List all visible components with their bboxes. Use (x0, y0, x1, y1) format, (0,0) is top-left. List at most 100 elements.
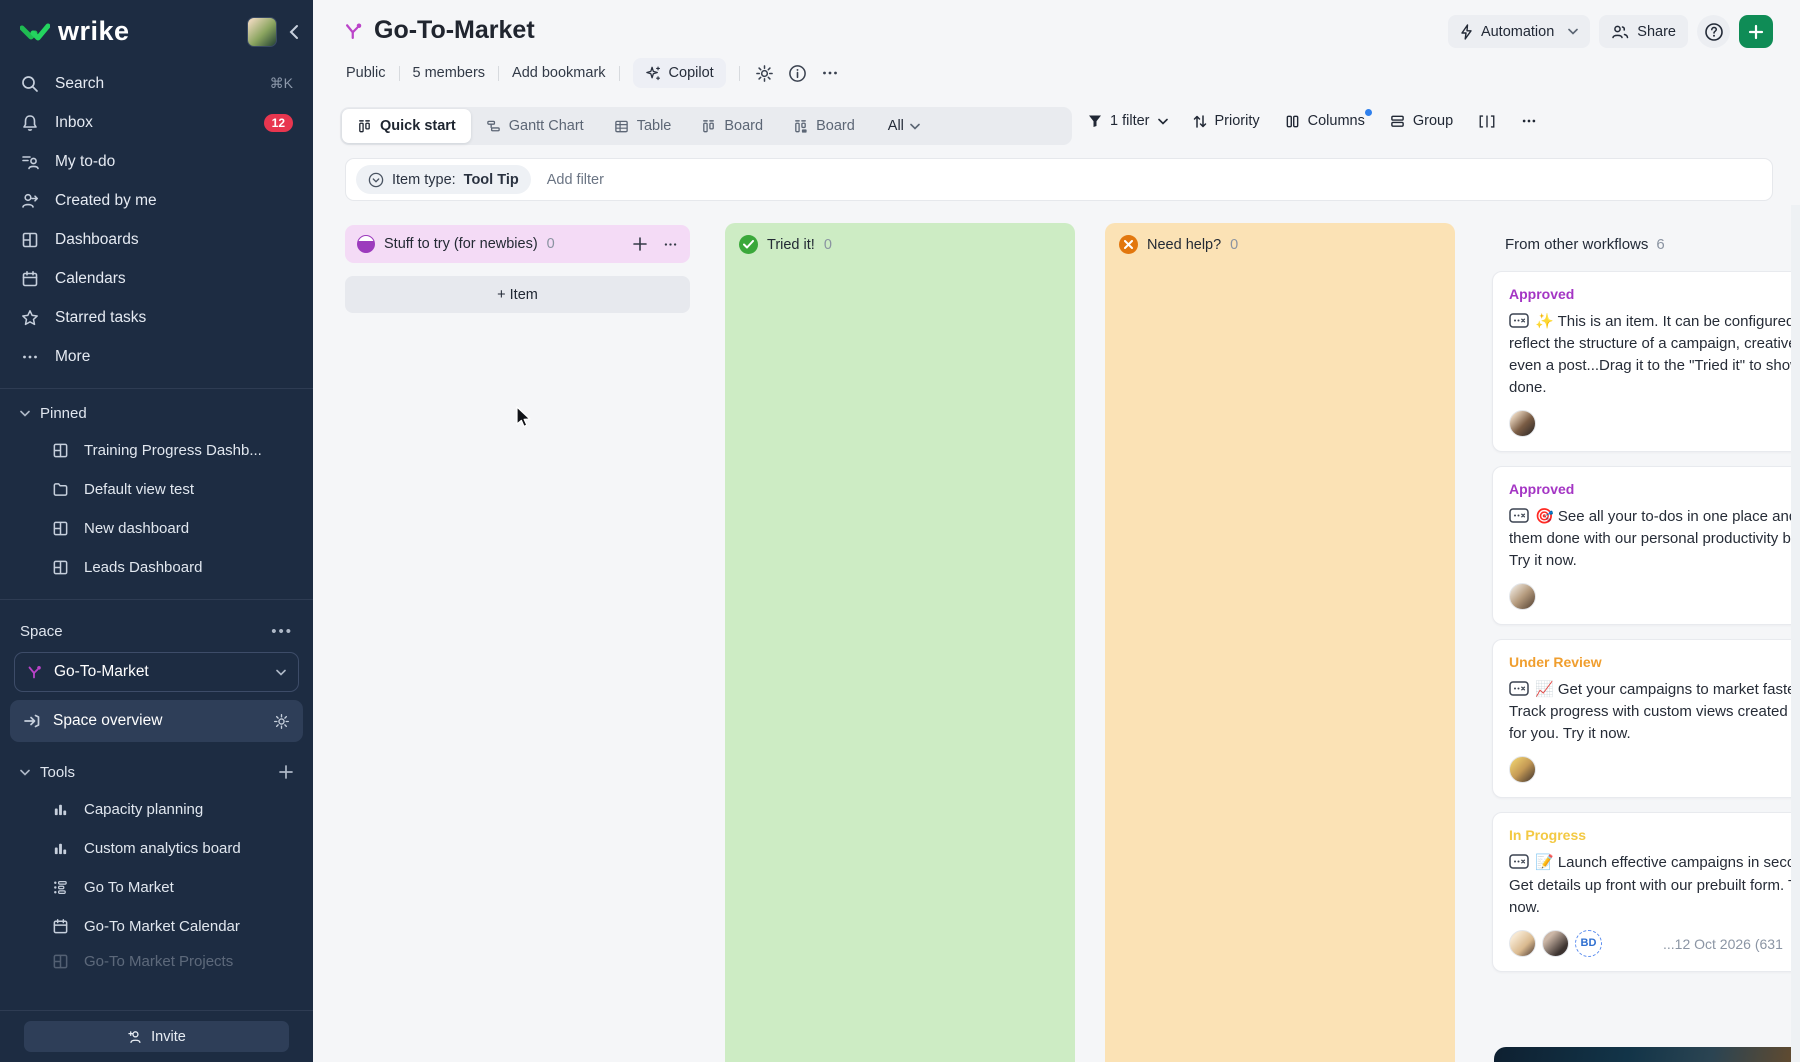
vertical-scrollbar[interactable] (1791, 205, 1800, 1062)
user-avatar[interactable] (247, 17, 277, 47)
star-icon (20, 309, 40, 327)
workflow-cards: Approved ✨ This is an item. It can be co… (1492, 271, 1800, 972)
wrike-logo[interactable]: wrike (20, 16, 130, 47)
item-type-filter-chip[interactable]: Item type: Tool Tip (356, 165, 531, 194)
tool-item[interactable]: Go-To Market Projects (0, 946, 313, 976)
automation-button[interactable]: Automation (1448, 15, 1590, 48)
pinned-item-label: New dashboard (84, 520, 189, 537)
column-need-help[interactable]: Need help? 0 (1105, 223, 1455, 1062)
tool-item[interactable]: Go To Market (0, 868, 313, 907)
sidebar-item-inbox[interactable]: Inbox 12 (0, 103, 313, 142)
tool-item-label: Go To Market (84, 879, 174, 896)
sort-arrows-icon (1193, 114, 1207, 129)
space-menu-icon[interactable]: ••• (271, 623, 293, 640)
side-panel-icon (1478, 114, 1496, 129)
pinned-item[interactable]: Leads Dashboard (0, 548, 313, 587)
dashboard-grid-icon (50, 559, 70, 576)
sidebar-item-created-by-me[interactable]: Created by me (0, 181, 313, 220)
task-card[interactable]: Approved 🎯 See all your to-dos in one pl… (1492, 466, 1800, 625)
help-button[interactable] (1697, 15, 1730, 48)
column-count: 0 (1230, 237, 1238, 253)
sidebar-item-my-todo[interactable]: My to-do (0, 142, 313, 181)
tool-item-label: Capacity planning (84, 801, 203, 818)
pinned-item[interactable]: Training Progress Dashb... (0, 431, 313, 470)
sidebar: wrike Search ⌘K Inbox 12 My to-do Create… (0, 0, 313, 1062)
add-filter-button[interactable]: Add filter (547, 172, 604, 188)
automation-label: Automation (1481, 24, 1554, 40)
share-button[interactable]: Share (1599, 15, 1688, 48)
tab-quick-start[interactable]: Quick start (342, 109, 471, 143)
space-section-header: Space ••• (0, 616, 313, 646)
tool-item[interactable]: Go-To Market Calendar (0, 907, 313, 946)
dashboard-grid-icon (20, 231, 40, 249)
inbox-unread-badge: 12 (264, 114, 293, 132)
tab-board[interactable]: Board (686, 109, 778, 143)
add-bookmark-button[interactable]: Add bookmark (512, 65, 606, 81)
person-plus-icon (127, 1029, 143, 1045)
visibility-label[interactable]: Public (346, 65, 386, 81)
side-panel-toggle[interactable] (1478, 114, 1496, 129)
avatar (1509, 930, 1536, 957)
tools-section-header[interactable]: Tools (0, 754, 313, 790)
card-text: ✨ This is an item. It can be configured … (1509, 313, 1800, 396)
pinned-item[interactable]: New dashboard (0, 509, 313, 548)
add-item-button[interactable]: + Item (345, 276, 690, 313)
filter-button[interactable]: 1 filter (1088, 113, 1168, 129)
group-icon (1390, 114, 1405, 128)
members-label[interactable]: 5 members (413, 65, 486, 81)
column-tried-it[interactable]: Tried it! 0 (725, 223, 1075, 1062)
column-menu-icon[interactable] (663, 237, 678, 252)
tab-gantt-chart[interactable]: Gantt Chart (471, 109, 599, 143)
board-view-icon (701, 119, 716, 134)
space-section-label: Space (20, 623, 63, 640)
sidebar-item-dashboards[interactable]: Dashboards (0, 220, 313, 259)
lightning-icon (1460, 24, 1473, 40)
info-icon[interactable] (788, 64, 807, 83)
bar-chart-icon (50, 840, 70, 857)
tab-board-locked[interactable]: Board (778, 109, 870, 143)
space-selector[interactable]: Go-To-Market (14, 652, 299, 692)
more-dots-icon[interactable] (821, 64, 839, 82)
priority-label: Priority (1215, 113, 1260, 129)
workflow-card-image[interactable] (1494, 1047, 1800, 1062)
board-view-icon (357, 119, 372, 134)
add-item-icon[interactable] (633, 237, 647, 251)
sort-priority-button[interactable]: Priority (1193, 113, 1260, 129)
columns-label: Columns (1308, 113, 1365, 129)
card-text: 🎯 See all your to-dos in one place and g… (1509, 508, 1800, 569)
toolbar-more-button[interactable] (1521, 113, 1537, 129)
tool-item[interactable]: Custom analytics board (0, 829, 313, 868)
pinned-item-label: Leads Dashboard (84, 559, 202, 576)
add-tool-icon[interactable] (279, 765, 293, 779)
bell-icon (20, 114, 40, 132)
sidebar-item-search[interactable]: Search ⌘K (0, 64, 313, 103)
wrike-logo-icon (20, 20, 50, 44)
collapse-sidebar-icon[interactable] (289, 24, 299, 40)
task-card[interactable]: Approved ✨ This is an item. It can be co… (1492, 271, 1800, 452)
column-name: Tried it! (767, 237, 815, 253)
sidebar-item-calendars[interactable]: Calendars (0, 259, 313, 298)
create-new-button[interactable] (1739, 15, 1773, 48)
sparkle-icon (645, 65, 662, 82)
task-card[interactable]: In Progress 📝 Launch effective campaigns… (1492, 812, 1800, 971)
copilot-button[interactable]: Copilot (633, 58, 726, 88)
tab-table[interactable]: Table (599, 109, 687, 143)
task-card[interactable]: Under Review 📈 Get your campaigns to mar… (1492, 639, 1800, 798)
invite-button[interactable]: Invite (24, 1021, 289, 1052)
sidebar-item-space-overview[interactable]: Space overview (10, 700, 303, 742)
views-scope-dropdown[interactable]: All (888, 118, 920, 134)
column-header-stuff-to-try[interactable]: Stuff to try (for newbies) 0 (345, 225, 690, 263)
gear-icon[interactable] (273, 713, 290, 730)
item-type-icon (1509, 854, 1529, 869)
columns-button[interactable]: Columns (1285, 113, 1365, 129)
group-button[interactable]: Group (1390, 113, 1453, 129)
pinned-title: Pinned (40, 405, 87, 422)
chevron-down-icon (20, 769, 30, 776)
chevron-down-icon (1158, 118, 1168, 125)
pinned-section-header[interactable]: Pinned (0, 395, 313, 431)
tool-item[interactable]: Capacity planning (0, 790, 313, 829)
gear-icon[interactable] (755, 64, 774, 83)
sidebar-item-more[interactable]: More (0, 337, 313, 376)
sidebar-item-starred-tasks[interactable]: Starred tasks (0, 298, 313, 337)
pinned-item[interactable]: Default view test (0, 470, 313, 509)
